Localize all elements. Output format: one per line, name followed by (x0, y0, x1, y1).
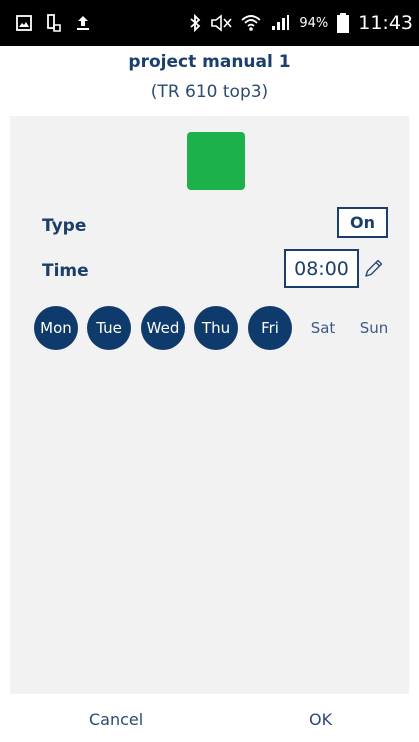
status-time: 11:43 (358, 12, 413, 34)
day-toggle-sat[interactable]: Sat (301, 306, 345, 350)
day-toggle-wed[interactable]: Wed (141, 306, 185, 350)
time-label: Time (42, 261, 89, 281)
day-toggle-mon[interactable]: Mon (34, 306, 78, 350)
cancel-button[interactable]: Cancel (89, 710, 143, 729)
wifi-icon (241, 14, 261, 32)
status-color-square[interactable] (187, 132, 245, 190)
gallery-icon (16, 15, 32, 31)
signal-icon (270, 14, 290, 32)
timer-settings-panel: Type On Time 08:00 Mon Tue Wed Thu Fri S… (10, 116, 409, 694)
pencil-icon[interactable] (363, 257, 385, 279)
status-bar: 94% 11:43 (0, 0, 419, 46)
dialog-footer: Cancel OK (0, 694, 419, 742)
time-field[interactable]: 08:00 (284, 249, 359, 288)
bluetooth-icon (189, 14, 201, 32)
day-toggle-tue[interactable]: Tue (87, 306, 131, 350)
upload-icon (76, 15, 90, 31)
day-toggle-fri[interactable]: Fri (248, 306, 292, 350)
mute-icon (210, 14, 232, 32)
page-subtitle: (TR 610 top3) (150, 82, 269, 102)
day-toggle-thu[interactable]: Thu (194, 306, 238, 350)
ok-button[interactable]: OK (309, 710, 332, 729)
page-title: project manual 1 (128, 52, 291, 72)
type-label: Type (42, 216, 87, 236)
day-toggle-sun[interactable]: Sun (352, 306, 396, 350)
screenshot-icon (46, 14, 62, 32)
weekday-selector: Mon Tue Wed Thu Fri Sat Sun (34, 306, 396, 350)
battery-icon (337, 13, 350, 33)
dialog-header: project manual 1 (TR 610 top3) (0, 46, 419, 116)
type-selector[interactable]: On (337, 207, 388, 238)
battery-percent: 94% (299, 15, 329, 31)
